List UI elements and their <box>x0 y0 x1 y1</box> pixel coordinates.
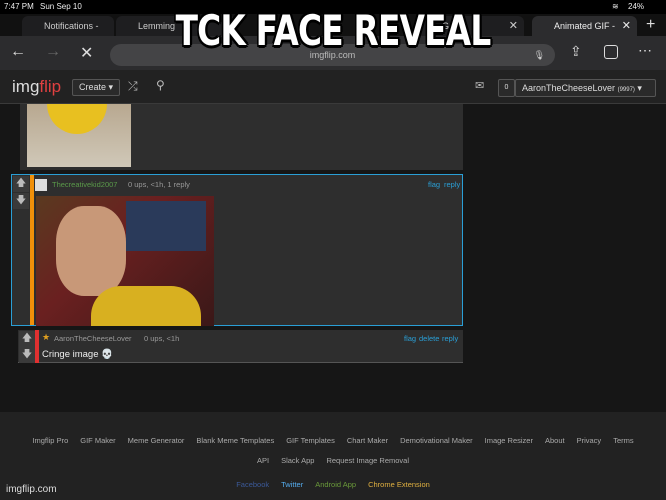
footer-link[interactable]: Slack App <box>281 456 314 465</box>
footer-link[interactable]: Request Image Removal <box>326 456 409 465</box>
delete-link[interactable]: delete <box>419 334 439 343</box>
boy-face <box>56 206 126 296</box>
footer-social-links: Facebook Twitter Android App Chrome Extensi… <box>0 480 666 489</box>
shuffle-icon[interactable]: ⤮ <box>128 79 138 94</box>
comment-meta: 0 ups, <1h, 1 reply <box>128 180 190 189</box>
footer-link[interactable]: Demotivational Maker <box>400 436 473 445</box>
yellow-shirt <box>91 286 201 326</box>
back-icon[interactable]: ← <box>10 43 26 61</box>
watermark: imgflip.com <box>6 484 57 495</box>
imgflip-logo[interactable]: imgflip <box>12 77 61 97</box>
tabs-icon[interactable] <box>604 45 618 59</box>
reply-comment: 🡅 🡇 ★ AaronTheCheeseLover 0 ups, <1h fla… <box>18 330 463 363</box>
comment: 🡅 🡇 Thecreativekid2007 0 ups, <1h, 1 rep… <box>11 174 463 326</box>
footer-link[interactable]: GIF Templates <box>286 436 335 445</box>
footer-link[interactable]: GIF Maker <box>80 436 115 445</box>
site-header: imgflip Create ▾ ⤮ ⚲ ✉ 0 AaronTheCheeseL… <box>0 70 666 104</box>
user-menu[interactable]: AaronTheCheeseLover (9997) ▾ <box>515 79 656 97</box>
downvote-icon[interactable]: 🡇 <box>19 347 35 363</box>
user-points: (9997) <box>617 87 635 93</box>
comment-username[interactable]: AaronTheCheeseLover <box>54 334 132 343</box>
meme-caption: TCK FACE REVEAL <box>175 6 492 55</box>
avatar[interactable]: ★ <box>42 332 50 343</box>
footer-link[interactable]: Privacy <box>577 436 602 445</box>
create-button[interactable]: Create ▾ <box>72 79 120 96</box>
comment-username[interactable]: Thecreativekid2007 <box>52 180 117 189</box>
social-link[interactable]: Facebook <box>236 480 269 489</box>
footer-link[interactable]: Blank Meme Templates <box>196 436 274 445</box>
flag-link[interactable]: flag <box>404 334 416 343</box>
cartoon-figure <box>47 104 107 134</box>
search-icon[interactable]: ⚲ <box>156 78 165 92</box>
forward-icon[interactable]: → <box>45 43 61 61</box>
status-time: 7:47 PM <box>4 2 34 11</box>
footer-link[interactable]: Terms <box>613 436 633 445</box>
social-link[interactable]: Twitter <box>281 480 303 489</box>
comments-area: 🡅 🡇 Thecreativekid2007 0 ups, <1h, 1 rep… <box>0 104 666 412</box>
social-link[interactable]: Android App <box>315 480 356 489</box>
site-footer: Imgflip Pro GIF Maker Meme Generator Blank … <box>0 412 666 500</box>
previous-comment <box>20 104 463 170</box>
close-icon[interactable]: ✕ <box>622 19 631 32</box>
reply-link[interactable]: reply <box>442 334 458 343</box>
footer-link[interactable]: API <box>257 456 269 465</box>
avatar[interactable] <box>35 179 47 191</box>
train-window <box>126 201 206 251</box>
footer-link[interactable]: Imgflip Pro <box>32 436 68 445</box>
reply-link[interactable]: reply <box>444 180 460 189</box>
footer-link[interactable]: Image Resizer <box>485 436 533 445</box>
mail-icon[interactable]: ✉ <box>475 79 484 92</box>
notification-count[interactable]: 0 <box>498 79 515 97</box>
comment-text: Cringe image 💀 <box>42 349 113 360</box>
footer-link[interactable]: About <box>545 436 565 445</box>
comment-image <box>36 196 214 326</box>
flag-link[interactable]: flag <box>428 180 440 189</box>
username: AaronTheCheeseLover <box>522 83 616 93</box>
footer-links: Imgflip Pro GIF Maker Meme Generator Blank … <box>0 431 666 471</box>
wifi-icon: ≋ <box>612 2 619 11</box>
comment-thread-bar <box>30 175 34 325</box>
downvote-icon[interactable]: 🡇 <box>13 193 29 209</box>
comment-image <box>27 104 131 167</box>
upvote-icon[interactable]: 🡅 <box>13 176 29 192</box>
social-link[interactable]: Chrome Extension <box>368 480 430 489</box>
comment-meta: 0 ups, <1h <box>144 334 180 343</box>
footer-link[interactable]: Chart Maker <box>347 436 388 445</box>
more-icon[interactable]: ⋯ <box>638 42 652 59</box>
battery-level: 24% <box>628 2 645 11</box>
upvote-icon[interactable]: 🡅 <box>19 331 35 347</box>
comment-thread-bar <box>35 330 39 363</box>
footer-link[interactable]: Meme Generator <box>128 436 185 445</box>
new-tab-icon[interactable]: + <box>646 16 655 34</box>
